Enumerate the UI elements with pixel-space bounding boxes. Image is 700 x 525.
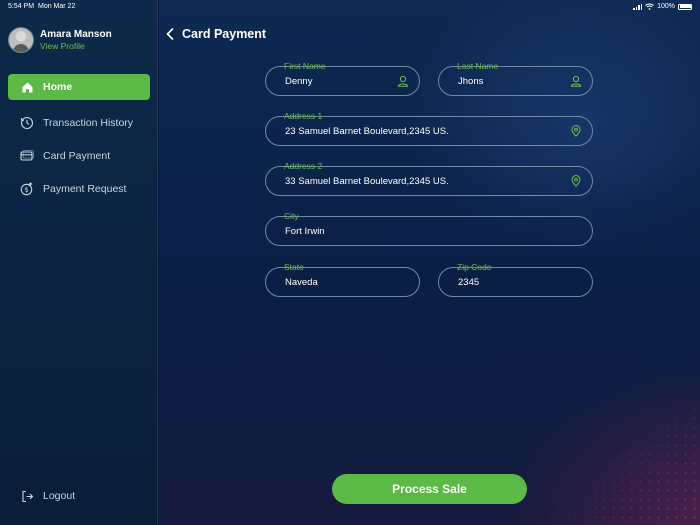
address-2-value: 33 Samuel Barnet Boulevard,2345 US.	[285, 176, 449, 187]
status-time: 5:54 PM	[8, 3, 35, 10]
sidebar-item-label: Card Payment	[43, 150, 111, 162]
process-sale-button[interactable]: Process Sale	[332, 474, 527, 504]
home-icon	[20, 80, 34, 94]
main-content	[159, 0, 700, 525]
chevron-left-icon	[166, 28, 174, 40]
signal-icon	[633, 3, 643, 10]
wifi-icon	[645, 3, 654, 10]
status-date: Mon Mar 22	[38, 3, 76, 10]
last-name-label: Last Name	[453, 61, 503, 71]
city-label: City	[280, 211, 303, 221]
logout-button[interactable]: Logout	[8, 483, 150, 509]
address-2-label: Address 2	[280, 161, 327, 171]
last-name-value: Jhons	[458, 76, 484, 87]
logout-icon	[20, 489, 34, 503]
sidebar-item-payment-request[interactable]: $ Payment Request	[8, 176, 150, 202]
address-1-field[interactable]: Address 1 23 Samuel Barnet Boulevard,234…	[265, 111, 593, 146]
user-icon	[570, 75, 582, 87]
first-name-label: First Name	[280, 61, 330, 71]
city-field[interactable]: City Fort Irwin	[265, 211, 593, 246]
battery-icon	[678, 3, 692, 10]
battery-percent: 100%	[657, 3, 675, 10]
payment-request-icon: $	[20, 182, 34, 196]
status-bar: 5:54 PM Mon Mar 22 100%	[0, 0, 700, 14]
first-name-field[interactable]: First Name Denny	[265, 61, 420, 96]
state-field[interactable]: State Naveda	[265, 262, 420, 297]
history-icon	[20, 116, 34, 130]
svg-text:$: $	[24, 186, 28, 194]
profile-name: Amara Manson	[40, 29, 112, 40]
sidebar-item-label: Transaction History	[43, 117, 134, 129]
sidebar-item-card-payment[interactable]: Card Payment	[8, 143, 150, 169]
sidebar-item-home[interactable]: Home	[8, 74, 150, 100]
card-icon	[20, 149, 34, 163]
sidebar-item-transaction-history[interactable]: Transaction History	[8, 110, 150, 136]
sidebar-item-label: Payment Request	[43, 183, 127, 195]
last-name-field[interactable]: Last Name Jhons	[438, 61, 593, 96]
address-1-value: 23 Samuel Barnet Boulevard,2345 US.	[285, 126, 449, 137]
profile[interactable]: Amara Manson View Profile	[8, 27, 112, 53]
status-indicators: 100%	[633, 3, 692, 10]
zip-code-value: 2345	[458, 277, 480, 288]
address-2-field[interactable]: Address 2 33 Samuel Barnet Boulevard,234…	[265, 161, 593, 196]
sidebar: Amara Manson View Profile Home Transacti…	[0, 0, 158, 525]
address-1-label: Address 1	[280, 111, 327, 121]
state-label: State	[280, 262, 308, 272]
decorative-dots	[510, 405, 700, 525]
page-title: Card Payment	[182, 27, 267, 41]
sidebar-item-label: Home	[43, 81, 73, 93]
city-value: Fort Irwin	[285, 226, 325, 237]
user-icon	[397, 75, 409, 87]
avatar[interactable]	[8, 27, 34, 53]
first-name-value: Denny	[285, 76, 313, 87]
zip-code-field[interactable]: Zip Code 2345	[438, 262, 593, 297]
logout-label: Logout	[43, 490, 76, 502]
state-value: Naveda	[285, 277, 318, 288]
location-pin-icon	[571, 125, 581, 137]
back-button[interactable]	[164, 26, 176, 42]
zip-code-label: Zip Code	[453, 262, 496, 272]
view-profile-link[interactable]: View Profile	[40, 41, 112, 51]
location-pin-icon	[571, 175, 581, 187]
